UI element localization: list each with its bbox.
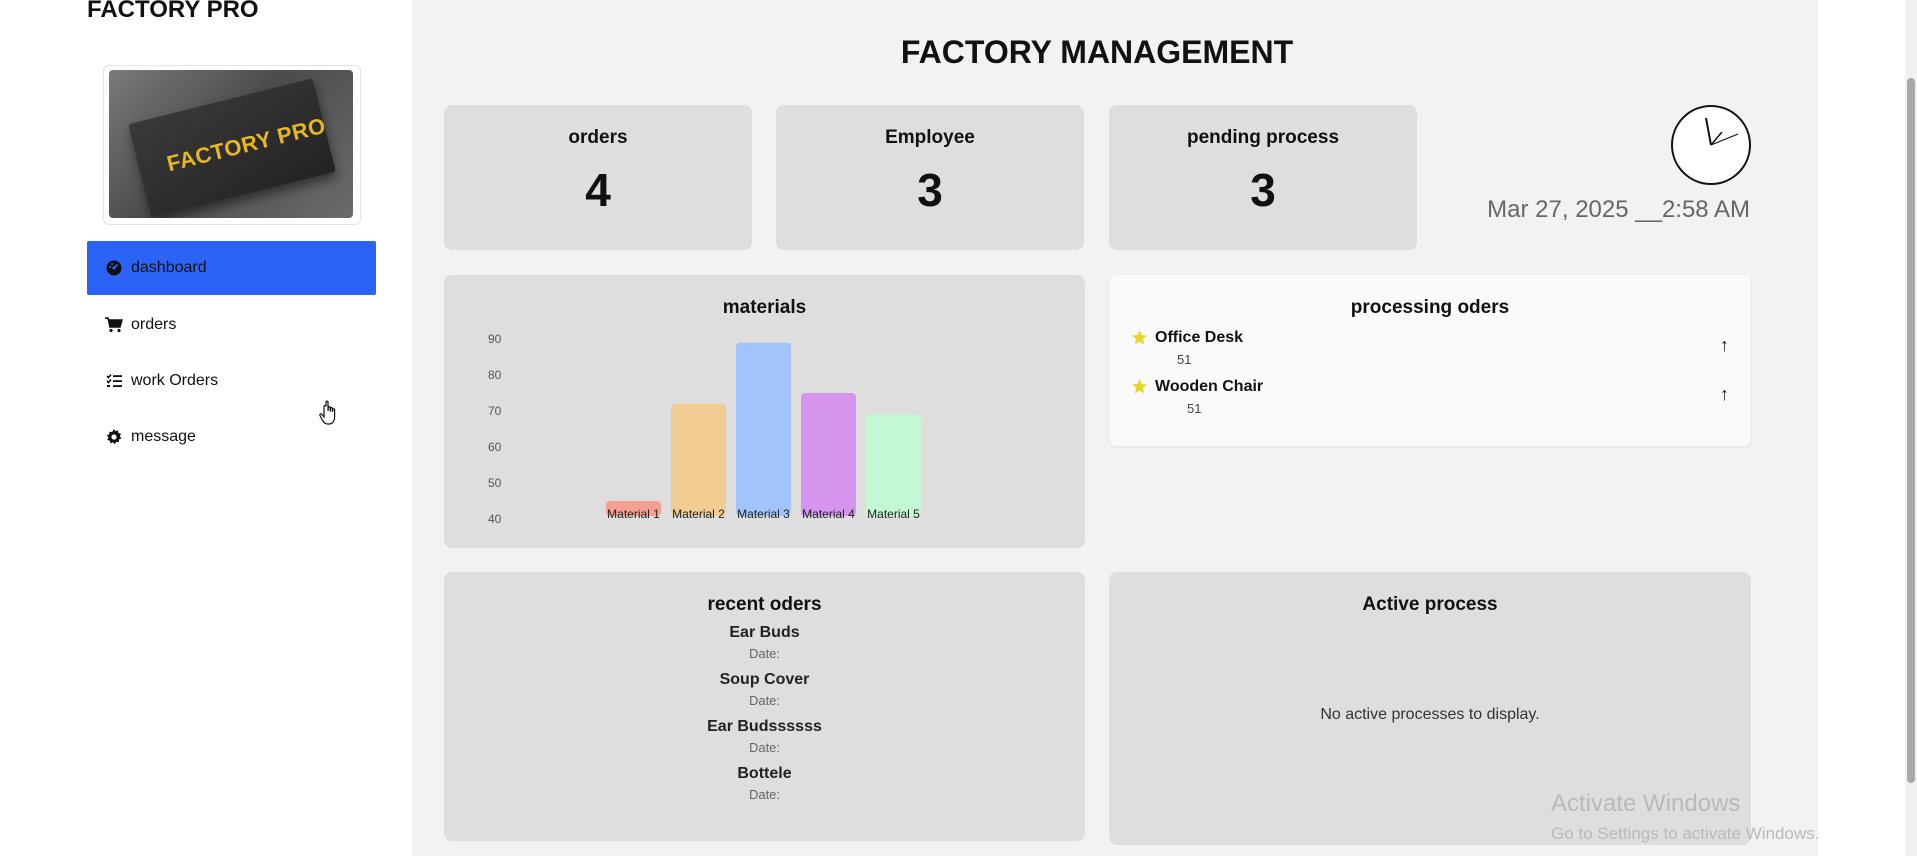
recent-order-name: Ear Budssssss [707,718,822,735]
chart-bar[interactable] [801,393,856,516]
process-qty: 51 [1177,352,1192,367]
x-tick-label: Material 3 [737,507,790,521]
logo-image: FACTORY PRO [109,70,353,218]
nav-label: orders [131,316,177,333]
chart-bar[interactable] [866,414,921,516]
stat-card-orders: orders 4 [444,105,752,250]
list-item: Bottele Date: [444,765,1085,802]
stat-label: pending process [1186,127,1340,148]
logo: FACTORY PRO [103,65,361,225]
process-name: Wooden Chair [1155,378,1264,395]
x-tick-label: Material 2 [672,507,725,521]
sidebar: FACTORY PRO FACTORY PRO dashboard orders… [87,0,412,856]
stat-card-pending-process: pending process 3 [1109,105,1417,250]
list-item: Soup Cover Date: [444,671,1085,708]
nav-label: dashboard [131,259,207,276]
recent-orders-panel: recent oders Ear Buds Date: Soup Cover D… [444,572,1085,841]
stat-value: 4 [585,164,611,216]
arrow-up-icon[interactable]: ↑ [1720,335,1729,356]
y-tick-label: 50 [488,476,502,490]
y-tick-label: 90 [488,332,502,346]
nav-label: message [131,428,196,445]
hand-cursor-icon [319,400,336,425]
star-icon [1132,330,1147,345]
brand-title: FACTORY PRO [87,0,259,23]
stat-card-employee: Employee 3 [776,105,1084,250]
empty-state-text: No active processes to display. [1320,706,1540,723]
nav-label: work Orders [131,372,219,389]
clock-datetime: Mar 27, 2025 __2:58 AM [1487,196,1750,223]
chart-bar[interactable] [671,403,726,516]
stat-value: 3 [1250,164,1276,216]
recent-order-date: Date: [748,787,781,802]
dashboard-icon [103,260,125,276]
process-qty: 51 [1187,401,1202,416]
y-tick-label: 70 [488,404,502,418]
list-check-icon [103,373,125,389]
star-icon [1132,379,1147,394]
stat-label: Employee [885,127,975,148]
windows-watermark-subtitle: Go to Settings to activate Windows. [1551,824,1820,843]
y-tick-label: 60 [488,440,502,454]
process-name: Office Desk [1155,329,1244,346]
x-tick-label: Material 4 [802,507,855,521]
processing-orders-panel: processing oders Office Desk 51 ↑ Wooden… [1109,275,1751,446]
cart-icon [103,317,125,333]
x-tick-label: Material 1 [607,507,660,521]
nav-item-orders[interactable]: orders [87,298,376,352]
y-tick-label: 40 [488,512,502,526]
x-tick-label: Material 5 [867,507,920,521]
recent-order-date: Date: [748,740,781,755]
recent-order-name: Ear Buds [729,624,800,641]
arrow-up-icon[interactable]: ↑ [1720,384,1729,405]
recent-order-name: Bottele [737,765,792,782]
list-item: Ear Budssssss Date: [444,718,1085,755]
windows-watermark-title: Activate Windows [1551,790,1741,817]
stat-value: 3 [917,164,943,216]
materials-panel: materials 40 50 60 70 80 90 Material 1 Material… [444,275,1085,548]
y-tick-label: 80 [488,368,502,382]
active-title: Active process [1362,594,1498,615]
clock-icon [1671,105,1751,185]
recent-order-name: Soup Cover [719,671,810,688]
recent-order-date: Date: [748,646,781,661]
list-item[interactable]: Office Desk 51 ↑ [1131,329,1729,377]
list-item[interactable]: Wooden Chair 51 ↑ [1131,378,1729,426]
gear-icon [103,429,125,445]
page-title: FACTORY MANAGEMENT [900,34,1294,70]
stat-label: orders [568,127,628,148]
recent-title: recent oders [707,594,822,615]
list-item: Ear Buds Date: [444,624,1085,661]
scrollbar-thumb[interactable] [1907,78,1915,783]
nav-item-dashboard[interactable]: dashboard [87,241,376,295]
processing-title: processing oders [1350,297,1510,318]
recent-order-date: Date: [748,693,781,708]
scrollbar[interactable] [1905,0,1917,856]
materials-chart: 40 50 60 70 80 90 Material 1 Material 2 Material… [488,332,921,526]
chart-bar[interactable] [736,342,791,516]
